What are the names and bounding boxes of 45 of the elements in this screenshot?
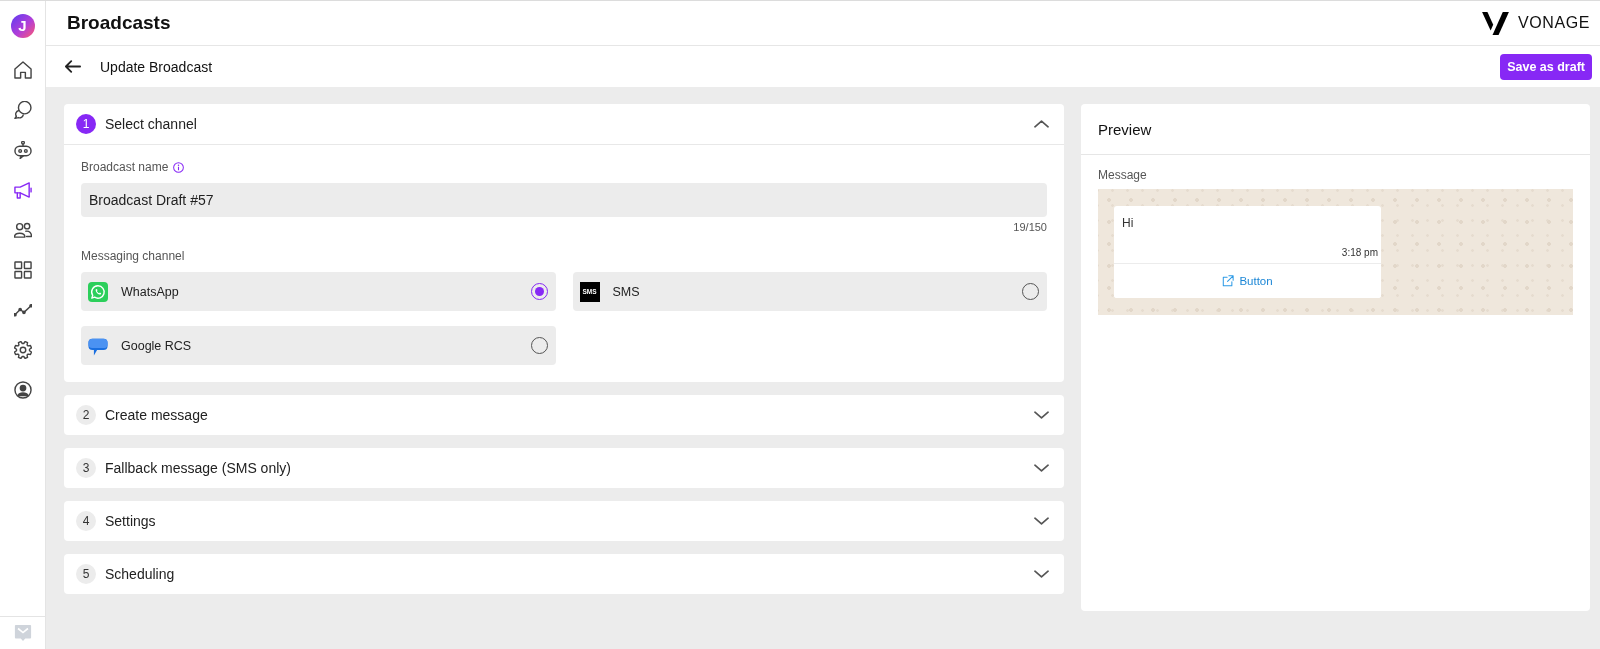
step-title[interactable]: Fallback message (SMS only) — [105, 460, 1034, 476]
chevron-down-icon[interactable] — [1034, 411, 1049, 419]
chevron-up-icon[interactable] — [1034, 120, 1049, 128]
page-title: Broadcasts — [67, 12, 171, 34]
external-link-icon — [1222, 275, 1235, 287]
message-text: Hi — [1122, 216, 1135, 230]
grid-icon[interactable] — [13, 261, 32, 279]
field-label: Messaging channel — [81, 249, 186, 263]
step-number: 2 — [76, 405, 96, 425]
app-logo: J — [10, 13, 35, 38]
megaphone-icon[interactable] — [13, 181, 32, 199]
message-time: 3:18 pm — [1341, 247, 1378, 258]
whatsapp-icon — [88, 281, 108, 302]
robot-icon[interactable] — [13, 141, 32, 159]
logo-mark-icon — [1481, 11, 1509, 35]
home-icon[interactable] — [13, 61, 32, 79]
step-number: 5 — [76, 564, 96, 584]
chevron-down-icon[interactable] — [1034, 517, 1049, 525]
field-label: Broadcast name — [81, 160, 169, 174]
name-input[interactable]: Broadcast Draft #57 — [81, 183, 1047, 217]
character-counter: 19/150 — [1013, 221, 1047, 233]
chat-icon[interactable] — [13, 101, 32, 119]
step-number: 3 — [76, 458, 96, 478]
chevron-down-icon[interactable] — [1034, 570, 1049, 578]
channel-option[interactable]: WhatsApp — [81, 272, 556, 311]
step-title[interactable]: Create message — [105, 407, 1034, 423]
info-icon[interactable] — [173, 161, 185, 173]
message-link-button[interactable]: Button — [1114, 263, 1381, 298]
settings-icon[interactable] — [13, 341, 32, 359]
account-icon[interactable] — [13, 381, 32, 399]
step-number: 1 — [76, 114, 96, 134]
brand-name: VONAGE — [1517, 14, 1590, 32]
save-draft-button[interactable]: Save as draft — [1500, 53, 1592, 80]
line-chart-icon[interactable] — [13, 301, 32, 319]
channel-option[interactable]: Google RCS — [81, 326, 556, 365]
step-title[interactable]: Scheduling — [105, 566, 1034, 582]
field-label: Message — [1098, 168, 1148, 182]
back-arrow-icon[interactable] — [65, 60, 81, 73]
step-title[interactable]: Select channel — [105, 116, 1034, 132]
people-icon[interactable] — [13, 221, 32, 239]
step-number: 4 — [76, 511, 96, 531]
step-title[interactable]: Settings — [105, 513, 1034, 529]
page-subtitle: Update Broadcast — [100, 58, 214, 75]
panel-title: Preview — [1098, 120, 1152, 138]
chevron-down-icon[interactable] — [1034, 464, 1049, 472]
